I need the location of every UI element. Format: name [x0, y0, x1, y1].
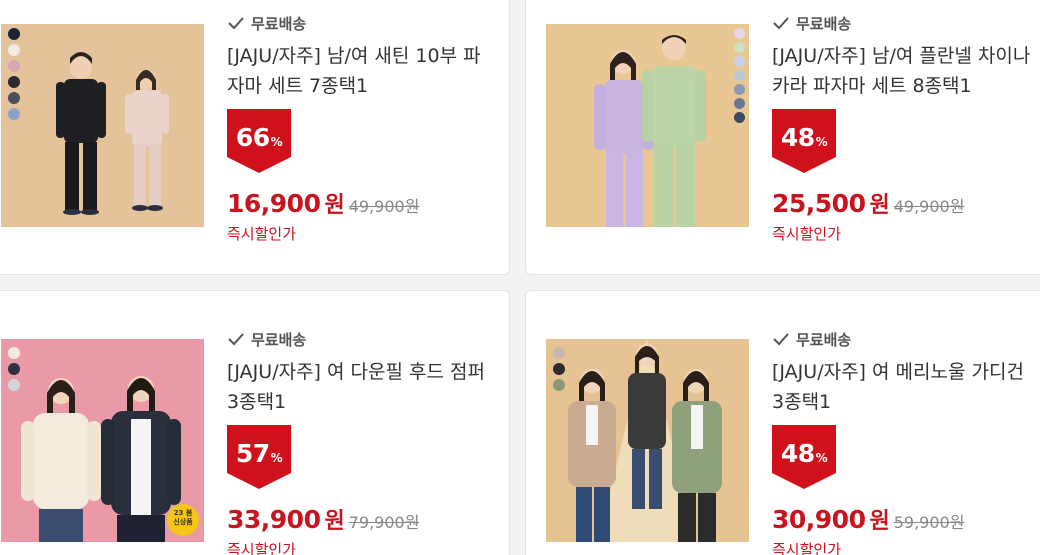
- product-grid: 무료배송 [JAJU/자주] 남/여 새틴 10부 파자마 세트 7종택1 66…: [0, 0, 1040, 555]
- sale-price: 16,900: [227, 189, 321, 218]
- swatch: [734, 112, 745, 123]
- discount-unit: %: [815, 135, 828, 149]
- original-price: 59,900원: [893, 513, 965, 532]
- currency: 원: [324, 509, 345, 534]
- sticker: 23 봄 신상품: [167, 509, 199, 527]
- check-icon: [773, 333, 789, 346]
- check-icon: [228, 333, 244, 346]
- product-image[interactable]: [1, 24, 204, 227]
- swatch: [553, 347, 565, 359]
- free-shipping: 무료배송: [772, 13, 1040, 33]
- original-price: 49,900원: [893, 197, 965, 216]
- discount-value: 48: [780, 123, 815, 152]
- product-card[interactable]: 무료배송 [JAJU/자주] 남/여 새틴 10부 파자마 세트 7종택1 66…: [0, 0, 510, 275]
- swatch: [734, 28, 745, 39]
- discount-badge: 48%: [772, 109, 836, 173]
- discount-badge: 57%: [227, 425, 291, 489]
- product-title[interactable]: [JAJU/자주] 남/여 새틴 10부 파자마 세트 7종택1: [227, 41, 497, 101]
- product-title[interactable]: [JAJU/자주] 남/여 플란넬 차이나카라 파자마 세트 8종택1: [772, 41, 1040, 101]
- free-shipping: 무료배송: [227, 13, 497, 33]
- swatch: [734, 98, 745, 109]
- free-shipping: 무료배송: [772, 329, 1040, 349]
- color-swatches: [553, 347, 565, 391]
- discount-value: 66: [235, 123, 270, 152]
- product-image[interactable]: [546, 24, 749, 227]
- swatch: [8, 363, 20, 375]
- currency: 원: [869, 509, 890, 534]
- discount-unit: %: [815, 451, 828, 465]
- color-swatches: [734, 28, 745, 123]
- discount-unit: %: [270, 451, 283, 465]
- swatch: [8, 108, 20, 120]
- product-info: 무료배송 [JAJU/자주] 남/여 새틴 10부 파자마 세트 7종택1 66…: [227, 13, 497, 244]
- sticker-line: 23 봄: [173, 509, 193, 517]
- price-row: 33,900 원 79,900원: [227, 503, 497, 534]
- sale-price: 30,900: [772, 505, 866, 534]
- discount-unit: %: [270, 135, 283, 149]
- swatch: [734, 84, 745, 95]
- color-swatches: [8, 28, 20, 120]
- swatch: [734, 70, 745, 81]
- check-icon: [773, 17, 789, 30]
- free-shipping-label: 무료배송: [251, 14, 307, 33]
- price-row: 16,900 원 49,900원: [227, 187, 497, 218]
- swatch: [553, 379, 565, 391]
- free-shipping-label: 무료배송: [796, 14, 852, 33]
- price-row: 30,900 원 59,900원: [772, 503, 1040, 534]
- free-shipping-label: 무료배송: [796, 330, 852, 349]
- original-price: 49,900원: [348, 197, 420, 216]
- currency: 원: [869, 193, 890, 218]
- swatch: [734, 42, 745, 53]
- check-icon: [228, 17, 244, 30]
- product-title[interactable]: [JAJU/자주] 여 메리노울 가디건 3종택1: [772, 357, 1040, 417]
- discount-value: 57: [235, 439, 270, 468]
- product-image[interactable]: 23 봄 신상품: [1, 339, 204, 542]
- discount-value: 48: [780, 439, 815, 468]
- instant-discount-label: 즉시할인가: [227, 225, 297, 243]
- swatch: [8, 60, 20, 72]
- product-info: 무료배송 [JAJU/자주] 여 다운필 후드 점퍼 3종택1 57% 33,9…: [227, 329, 497, 555]
- swatch: [734, 56, 745, 67]
- original-price: 79,900원: [348, 513, 420, 532]
- product-card[interactable]: 23 봄 신상품 무료배송 [JAJU/자주] 여 다운필 후드 점퍼 3종택1…: [0, 290, 510, 555]
- discount-badge: 48%: [772, 425, 836, 489]
- swatch: [8, 28, 20, 40]
- instant-discount-label: 즉시할인가: [227, 541, 297, 555]
- free-shipping: 무료배송: [227, 329, 497, 349]
- sticker-line: 신상품: [173, 518, 193, 526]
- price-row: 25,500 원 49,900원: [772, 187, 1040, 218]
- instant-discount-label: 즉시할인가: [772, 225, 842, 243]
- currency: 원: [324, 193, 345, 218]
- product-info: 무료배송 [JAJU/자주] 남/여 플란넬 차이나카라 파자마 세트 8종택1…: [772, 13, 1040, 244]
- product-card[interactable]: 무료배송 [JAJU/자주] 여 메리노울 가디건 3종택1 48% 30,90…: [525, 290, 1040, 555]
- color-swatches: [8, 347, 20, 391]
- sale-price: 33,900: [227, 505, 321, 534]
- sale-price: 25,500: [772, 189, 866, 218]
- swatch: [8, 44, 20, 56]
- product-image[interactable]: [546, 339, 749, 542]
- discount-badge: 66%: [227, 109, 291, 173]
- instant-discount-label: 즉시할인가: [772, 541, 842, 555]
- swatch: [8, 76, 20, 88]
- free-shipping-label: 무료배송: [251, 330, 307, 349]
- swatch: [8, 347, 20, 359]
- product-info: 무료배송 [JAJU/자주] 여 메리노울 가디건 3종택1 48% 30,90…: [772, 329, 1040, 555]
- swatch: [553, 363, 565, 375]
- swatch: [8, 379, 20, 391]
- product-card[interactable]: 무료배송 [JAJU/자주] 남/여 플란넬 차이나카라 파자마 세트 8종택1…: [525, 0, 1040, 275]
- swatch: [8, 92, 20, 104]
- product-title[interactable]: [JAJU/자주] 여 다운필 후드 점퍼 3종택1: [227, 357, 497, 417]
